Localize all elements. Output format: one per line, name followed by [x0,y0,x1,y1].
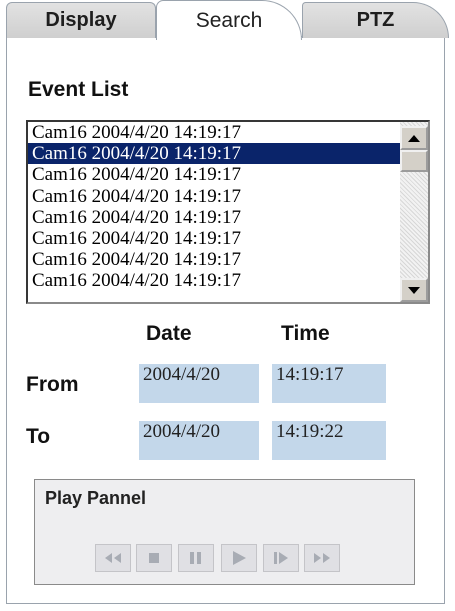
tab-ptz[interactable]: PTZ [302,2,449,38]
to-time-field[interactable]: 14:19:22 [272,421,386,460]
play-panel: Play Pannel [34,479,415,585]
list-item[interactable]: Cam16 2004/4/20 14:19:17 [28,207,400,228]
tab-search[interactable]: Search [156,0,302,40]
list-item[interactable]: Cam16 2004/4/20 14:19:17 [28,186,400,207]
play-icon [233,551,246,565]
list-item[interactable]: Cam16 2004/4/20 14:19:17 [28,270,400,291]
from-time-field[interactable]: 14:19:17 [272,364,386,403]
rewind-icon [105,553,121,563]
event-listbox[interactable]: Cam16 2004/4/20 14:19:17 Cam16 2004/4/20… [26,120,430,304]
scroll-up-button[interactable] [400,126,428,150]
scroll-thumb[interactable] [400,150,428,172]
step-forward-icon [274,552,288,564]
play-panel-title: Play Pannel [45,488,147,508]
list-item[interactable]: Cam16 2004/4/20 14:19:17 [28,228,400,249]
vertical-scrollbar[interactable] [400,122,428,302]
fast-forward-icon [314,553,330,563]
rewind-button[interactable] [95,544,131,572]
time-column-header: Time [281,322,330,345]
step-forward-button[interactable] [263,544,299,572]
event-list-title: Event List [28,78,129,101]
to-date-field[interactable]: 2004/4/20 [139,421,259,460]
to-label: To [26,425,51,448]
list-item[interactable]: Cam16 2004/4/20 14:19:17 [28,164,400,185]
arrow-up-icon [408,134,420,142]
fast-forward-button[interactable] [304,544,340,572]
play-button[interactable] [221,544,257,572]
pause-button[interactable] [178,544,214,572]
list-item-selected[interactable]: Cam16 2004/4/20 14:19:17 [28,143,400,165]
tab-bar: Display Search PTZ [0,0,455,44]
list-item[interactable]: Cam16 2004/4/20 14:19:17 [28,249,400,270]
arrow-down-icon [408,286,420,294]
event-list-items: Cam16 2004/4/20 14:19:17 Cam16 2004/4/20… [28,122,400,292]
from-date-field[interactable]: 2004/4/20 [139,364,259,403]
from-label: From [26,373,79,396]
stop-button[interactable] [136,544,172,572]
scroll-down-button[interactable] [400,278,428,302]
pause-icon [190,552,201,564]
list-item[interactable]: Cam16 2004/4/20 14:19:17 [28,122,400,143]
tab-display[interactable]: Display [6,2,156,38]
date-column-header: Date [146,322,192,345]
stop-icon [149,553,159,563]
